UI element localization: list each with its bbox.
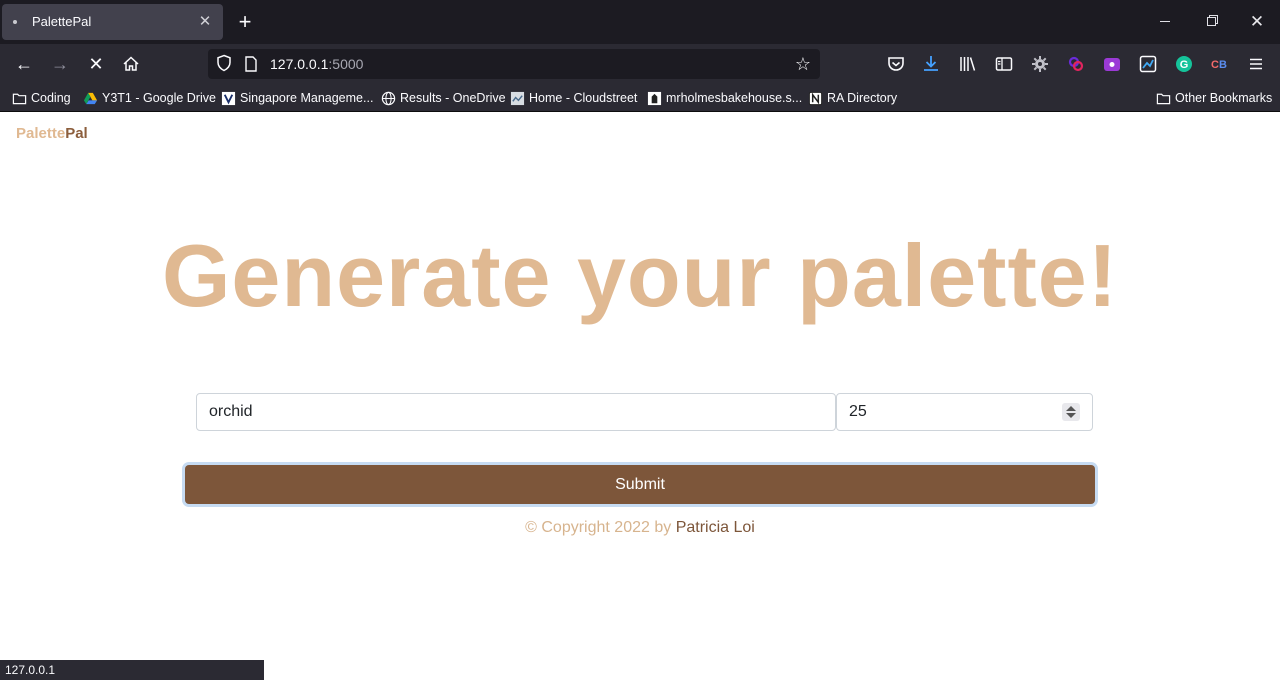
other-bookmarks-label: Other Bookmarks <box>1175 91 1273 105</box>
color-extension-icon[interactable]: CB <box>1210 54 1230 74</box>
brand-logo-link[interactable]: PalettePal <box>16 125 88 142</box>
bookmark-label: Home - Cloudstreet <box>529 91 638 105</box>
url-text: 127.0.0.1:5000 <box>270 56 363 72</box>
loading-dot-icon <box>13 20 17 24</box>
other-bookmarks[interactable]: Other Bookmarks <box>1156 90 1272 106</box>
hamburger-menu-icon[interactable] <box>1246 54 1266 74</box>
notion-icon <box>808 91 823 105</box>
bookmark-label: Singapore Manageme... <box>240 91 374 105</box>
bookmark-google-drive[interactable]: Y3T1 - Google Drive <box>83 90 216 106</box>
bookmark-bakehouse[interactable]: mrholmesbakehouse.s... <box>647 90 802 106</box>
color-name-input[interactable]: orchid <box>196 393 836 431</box>
count-input[interactable]: 25 <box>836 393 1093 431</box>
bookmark-label: Y3T1 - Google Drive <box>102 91 216 105</box>
bookmark-ra-directory[interactable]: RA Directory <box>808 90 897 106</box>
tab-strip: PalettePal ✕ + ✕ <box>0 0 1280 44</box>
purple-extension-icon[interactable] <box>1102 54 1122 74</box>
google-drive-icon <box>83 92 98 104</box>
grammarly-icon[interactable]: G <box>1174 54 1194 74</box>
globe-icon <box>381 91 396 105</box>
svg-text:C: C <box>1211 59 1219 71</box>
cloudstreet-icon <box>510 91 525 105</box>
bookmark-smu[interactable]: Singapore Manageme... <box>221 90 373 106</box>
sidebar-icon[interactable] <box>994 54 1014 74</box>
page-headline: Generate your palette! <box>161 226 1119 325</box>
footer-prefix: © Copyright 2022 by <box>525 519 676 536</box>
home-button[interactable] <box>119 52 143 76</box>
bookmark-coding[interactable]: Coding <box>12 90 71 106</box>
bookmark-cloudstreet[interactable]: Home - Cloudstreet <box>510 90 637 106</box>
number-spinner-icon[interactable] <box>1062 403 1080 421</box>
smu-icon <box>221 91 236 105</box>
url-port: :5000 <box>328 56 364 72</box>
new-tab-button[interactable]: + <box>232 10 258 36</box>
footer-author-link[interactable]: Patricia Loi <box>676 519 755 536</box>
downloads-icon[interactable] <box>921 54 941 74</box>
svg-text:B: B <box>1219 59 1227 71</box>
page-info-icon[interactable] <box>244 56 258 77</box>
count-value: 25 <box>849 403 867 420</box>
bakehouse-icon <box>647 91 662 105</box>
library-icon[interactable] <box>958 54 978 74</box>
bookmark-label: Results - OneDrive <box>400 91 506 105</box>
url-host: 127.0.0.1 <box>270 56 329 72</box>
folder-icon <box>12 93 27 104</box>
svg-text:G: G <box>1180 59 1189 71</box>
footer-copyright: © Copyright 2022 by Patricia Loi <box>0 519 1280 537</box>
restore-button[interactable] <box>1201 12 1221 32</box>
bookmarks-toolbar: Coding Y3T1 - Google Drive Singapore Man… <box>0 84 1280 112</box>
page-content: PalettePal Generate your palette! orchid… <box>0 113 1280 680</box>
bookmark-label: mrholmesbakehouse.s... <box>666 91 803 105</box>
close-tab-icon[interactable]: ✕ <box>195 12 215 32</box>
forward-button[interactable]: → <box>48 52 72 76</box>
stop-button[interactable]: ✕ <box>84 52 108 76</box>
bookmark-star-icon[interactable]: ☆ <box>792 53 814 75</box>
status-bar: 127.0.0.1 <box>0 660 264 680</box>
folder-icon <box>1156 93 1171 104</box>
address-bar[interactable]: 127.0.0.1:5000 ☆ <box>208 49 820 79</box>
tab-title: PalettePal <box>32 14 92 29</box>
navigation-toolbar: ← → ✕ 127.0.0.1:5000 ☆ 0 G CB <box>0 44 1280 105</box>
tab-palettepal[interactable]: PalettePal ✕ <box>2 4 223 40</box>
bookmark-label: Coding <box>31 91 71 105</box>
settings-extension-icon[interactable] <box>1030 54 1050 74</box>
submit-button[interactable]: Submit <box>185 465 1095 504</box>
brand-part2: Pal <box>65 125 88 142</box>
link-extension-icon[interactable] <box>1066 54 1086 74</box>
tracking-shield-icon[interactable] <box>216 54 232 77</box>
screenshot-extension-icon[interactable] <box>1138 54 1158 74</box>
brand-part1: Palette <box>16 125 66 142</box>
back-button[interactable]: ← <box>12 52 36 76</box>
close-window-button[interactable]: ✕ <box>1247 12 1267 32</box>
bookmark-label: RA Directory <box>827 91 898 105</box>
bookmark-onedrive[interactable]: Results - OneDrive <box>381 90 506 106</box>
minimize-button[interactable] <box>1155 12 1175 32</box>
pocket-icon[interactable] <box>886 54 906 74</box>
